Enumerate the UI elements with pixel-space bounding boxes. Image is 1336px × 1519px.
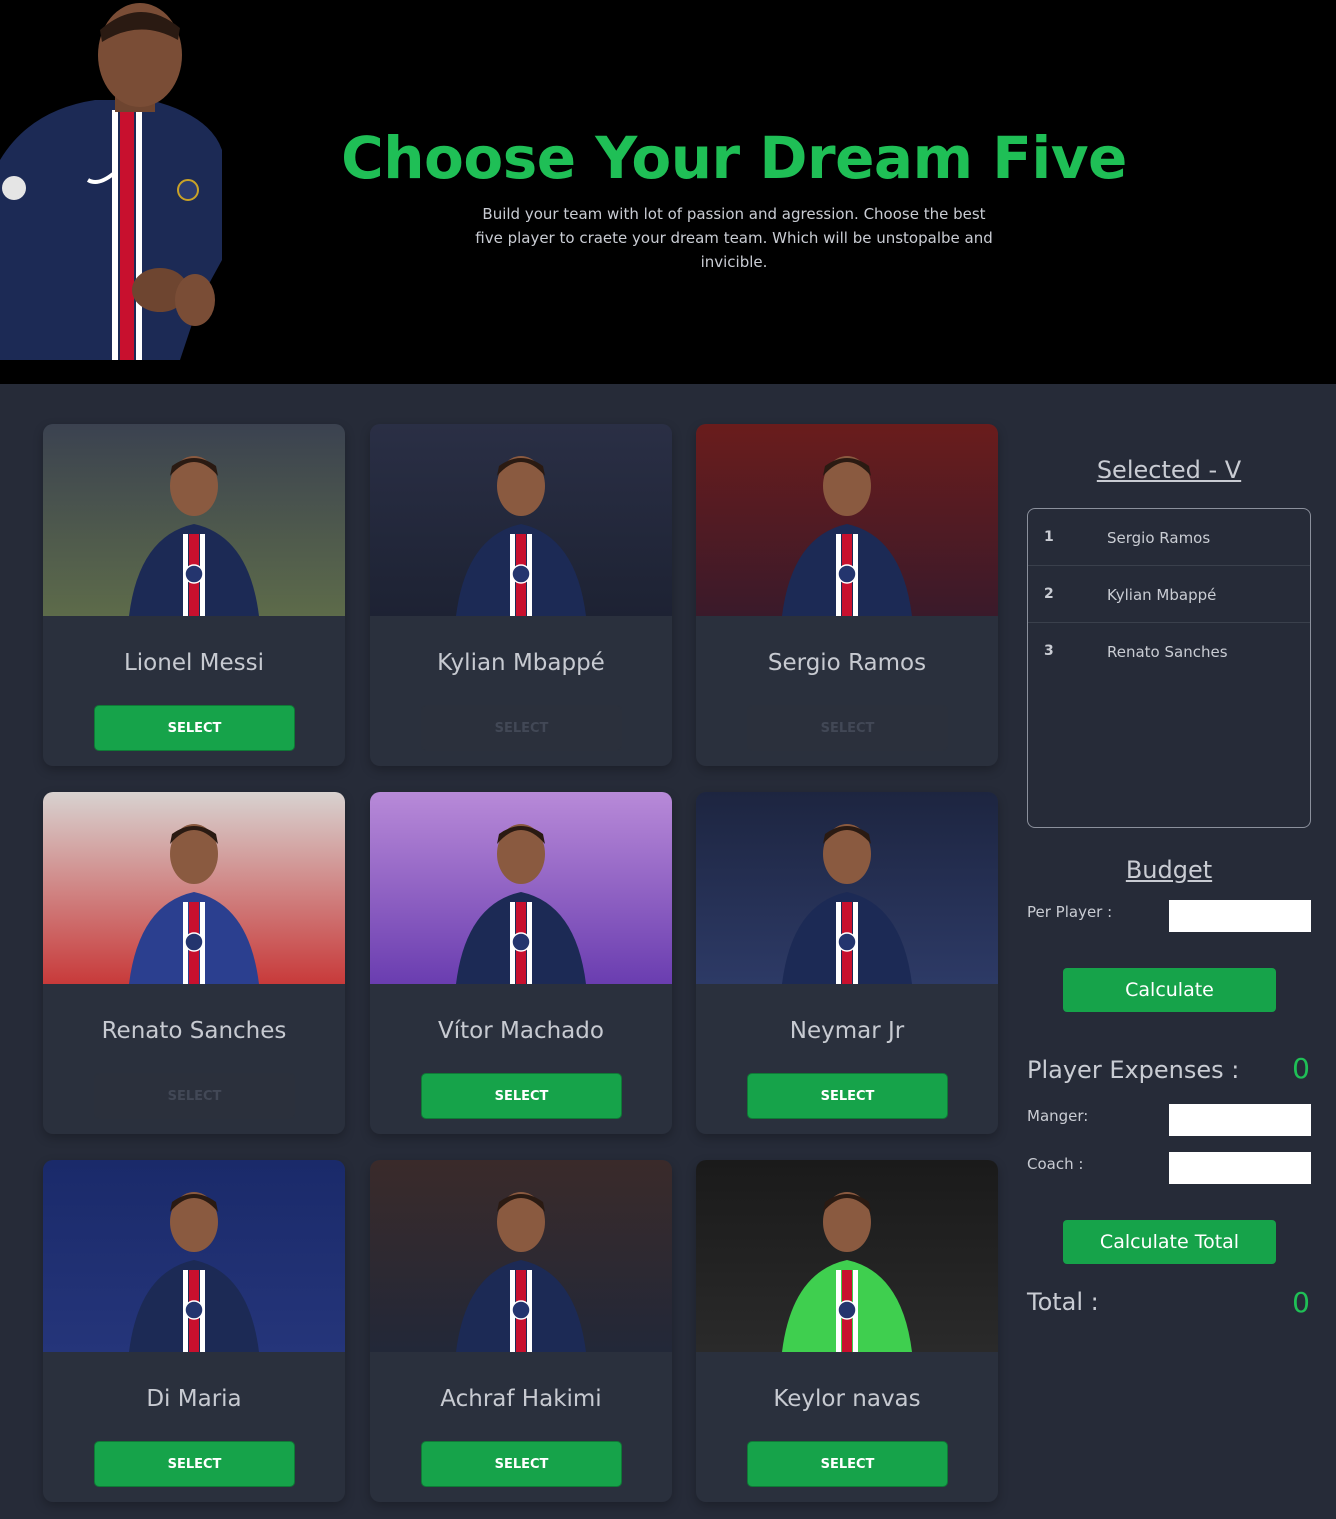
hero-header: Choose Your Dream Five Build your team w…	[0, 0, 1336, 384]
per-player-label: Per Player :	[1027, 903, 1113, 921]
player-photo	[43, 424, 345, 616]
select-button[interactable]: SELECT	[747, 1073, 948, 1119]
player-card: Di Maria SELECT	[43, 1160, 345, 1502]
select-button: SELECT	[421, 705, 622, 751]
selected-title: Selected - V	[1096, 456, 1242, 484]
select-button[interactable]: SELECT	[94, 705, 295, 751]
total-label: Total :	[1027, 1288, 1099, 1316]
budget-title: Budget	[1125, 856, 1213, 884]
player-photo	[696, 424, 998, 616]
player-name: Achraf Hakimi	[440, 1386, 602, 1412]
manager-label: Manger:	[1027, 1107, 1089, 1125]
list-item-name: Sergio Ramos	[1107, 529, 1211, 547]
player-photo	[43, 1160, 345, 1352]
player-name: Di Maria	[146, 1386, 242, 1412]
coach-label: Coach :	[1027, 1155, 1084, 1173]
player-photo	[370, 424, 672, 616]
list-item-number: 3	[1044, 643, 1054, 659]
list-item-number: 1	[1044, 529, 1054, 545]
player-name: Lionel Messi	[123, 650, 265, 676]
total-value: 0	[1292, 1286, 1310, 1319]
player-name: Kylian Mbappé	[437, 650, 605, 676]
select-button[interactable]: SELECT	[747, 1441, 948, 1487]
per-player-input[interactable]	[1169, 900, 1311, 932]
calculate-total-button[interactable]: Calculate Total	[1063, 1220, 1276, 1264]
list-item-name: Kylian Mbappé	[1107, 586, 1217, 604]
player-photo	[370, 792, 672, 984]
player-expenses-label: Player Expenses :	[1027, 1056, 1240, 1084]
player-card: Renato Sanches SELECT	[43, 792, 345, 1134]
player-name: Vítor Machado	[438, 1018, 604, 1044]
player-photo	[43, 792, 345, 984]
list-item: 3 Renato Sanches	[1028, 623, 1310, 680]
player-photo	[370, 1160, 672, 1352]
player-photo	[696, 792, 998, 984]
select-button[interactable]: SELECT	[421, 1441, 622, 1487]
player-card: Lionel Messi SELECT	[43, 424, 345, 766]
selected-players-list: 1 Sergio Ramos 2 Kylian Mbappé 3 Renato …	[1027, 508, 1311, 828]
player-expenses-value: 0	[1292, 1052, 1310, 1085]
coach-input[interactable]	[1169, 1152, 1311, 1184]
page-subtitle: Build your team with lot of passion and …	[475, 205, 993, 271]
player-card: Keylor navas SELECT	[696, 1160, 998, 1502]
select-button: SELECT	[747, 705, 948, 751]
player-card: Kylian Mbappé SELECT	[370, 424, 672, 766]
player-name: Sergio Ramos	[767, 650, 927, 676]
select-button[interactable]: SELECT	[421, 1073, 622, 1119]
player-card: Vítor Machado SELECT	[370, 792, 672, 1134]
player-card: Neymar Jr SELECT	[696, 792, 998, 1134]
list-item-number: 2	[1044, 586, 1054, 602]
player-card: Sergio Ramos SELECT	[696, 424, 998, 766]
player-name: Renato Sanches	[101, 1018, 287, 1044]
list-item-name: Renato Sanches	[1107, 643, 1228, 661]
select-button: SELECT	[94, 1073, 295, 1119]
page-title: Choose Your Dream Five	[341, 124, 1127, 192]
list-item: 1 Sergio Ramos	[1028, 509, 1310, 566]
player-name: Keylor navas	[773, 1386, 921, 1412]
select-button[interactable]: SELECT	[94, 1441, 295, 1487]
player-card: Achraf Hakimi SELECT	[370, 1160, 672, 1502]
hero-player-image	[0, 3, 222, 360]
calculate-button[interactable]: Calculate	[1063, 968, 1276, 1012]
manager-input[interactable]	[1169, 1104, 1311, 1136]
player-photo	[696, 1160, 998, 1352]
list-item: 2 Kylian Mbappé	[1028, 566, 1310, 623]
player-name: Neymar Jr	[789, 1018, 905, 1044]
